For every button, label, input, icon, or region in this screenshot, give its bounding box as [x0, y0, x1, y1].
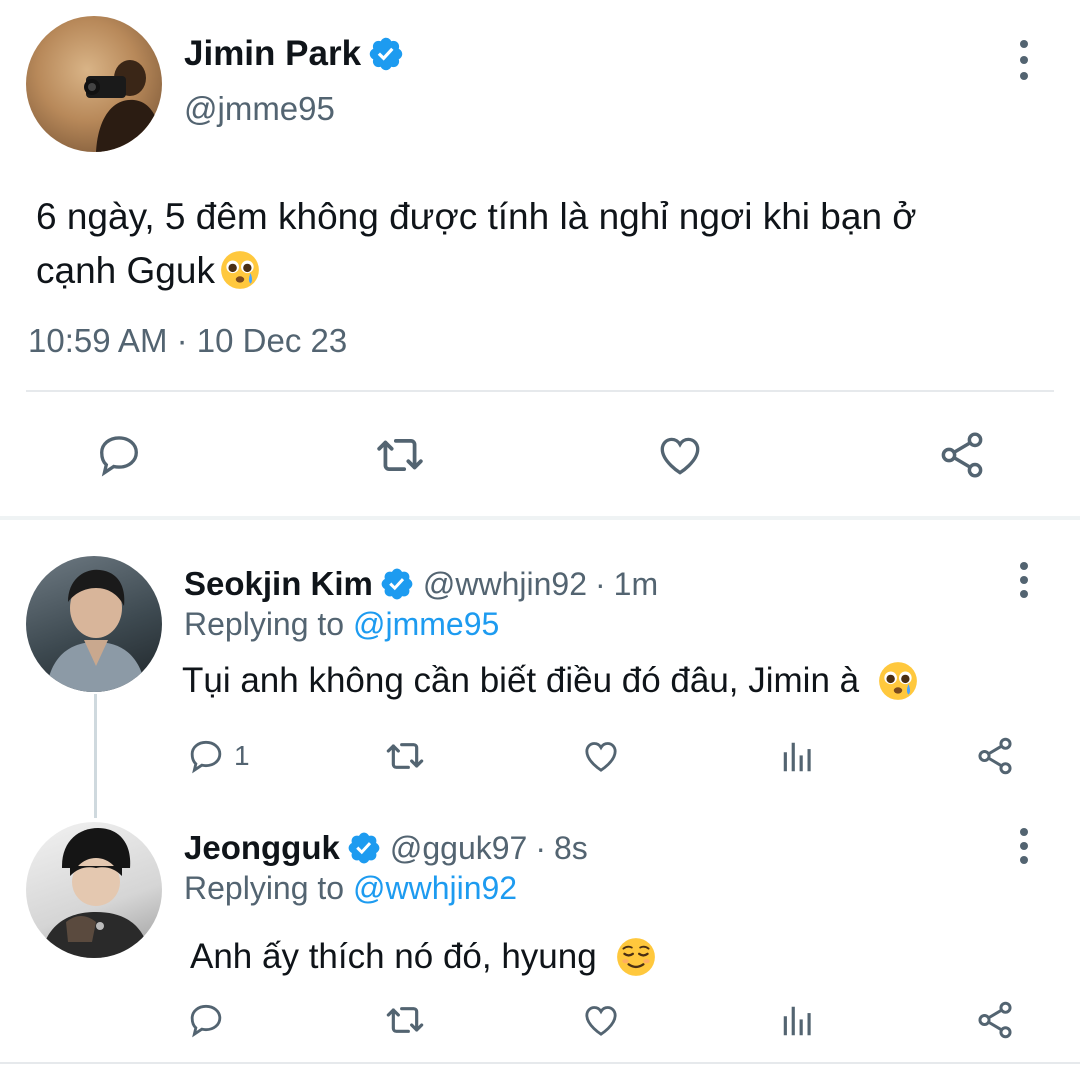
- like-icon[interactable]: [654, 430, 706, 480]
- reply-icon: [190, 740, 222, 774]
- avatar-photo: [84, 60, 162, 152]
- reply-icon[interactable]: [186, 1000, 226, 1040]
- avatar-photo: [40, 828, 150, 958]
- replying-to: Replying to @jmme95: [184, 606, 500, 642]
- retweet-icon[interactable]: [372, 430, 428, 480]
- replying-to: Replying to @wwhjin92: [184, 870, 518, 906]
- author-name[interactable]: Seokjin Kim: [184, 565, 373, 603]
- more-options-icon[interactable]: [1014, 562, 1034, 598]
- author-handle[interactable]: @jmme95: [184, 90, 335, 128]
- reply-button[interactable]: 1: [186, 736, 250, 776]
- tweet-text-line-2: cạnh Gguk: [36, 244, 917, 298]
- reply-text: Anh ấy thích nó đó, hyung: [190, 936, 657, 978]
- verified-badge-icon: [369, 37, 403, 71]
- retweet-icon[interactable]: [382, 1000, 428, 1040]
- divider: [0, 1062, 1080, 1064]
- avatar[interactable]: [26, 16, 162, 152]
- crying-pleading-face-icon: [221, 251, 259, 290]
- tweet-text-line-1: 6 ngày, 5 đêm không được tính là nghỉ ng…: [36, 196, 917, 237]
- reply-count: 1: [234, 740, 250, 771]
- replying-to-link[interactable]: @jmme95: [353, 606, 499, 642]
- divider: [26, 390, 1054, 392]
- like-icon[interactable]: [580, 1000, 622, 1040]
- share-icon[interactable]: [974, 998, 1016, 1042]
- verified-badge-icon: [348, 832, 380, 864]
- section-divider: [0, 516, 1080, 520]
- thread-connector: [94, 694, 97, 818]
- author-name[interactable]: Jimin Park: [184, 34, 361, 74]
- analytics-icon[interactable]: [778, 1002, 818, 1040]
- share-icon[interactable]: [974, 734, 1016, 778]
- reply-icon[interactable]: [94, 430, 144, 480]
- replying-to-link[interactable]: @wwhjin92: [353, 870, 517, 906]
- tweet-timestamp: 10:59 AM · 10 Dec 23: [28, 322, 348, 359]
- like-icon[interactable]: [580, 736, 622, 776]
- analytics-icon[interactable]: [778, 738, 818, 776]
- more-options-icon[interactable]: [1014, 828, 1034, 864]
- share-icon[interactable]: [936, 428, 988, 482]
- more-options-icon[interactable]: [1014, 40, 1034, 80]
- avatar[interactable]: [26, 822, 162, 958]
- crying-pleading-face-icon: [879, 662, 918, 700]
- tweet-date: 10 Dec 23: [196, 322, 348, 359]
- tweet-text: 6 ngày, 5 đêm không được tính là nghỉ ng…: [36, 190, 917, 298]
- retweet-icon[interactable]: [382, 736, 428, 776]
- avatar[interactable]: [26, 556, 162, 692]
- avatar-photo: [46, 569, 146, 692]
- reply-time: 1m: [613, 565, 659, 602]
- author-handle[interactable]: @wwhjin92: [423, 566, 587, 603]
- verified-badge-icon: [381, 568, 413, 600]
- reply-text: Tụi anh không cần biết điều đó đâu, Jimi…: [182, 660, 919, 702]
- relieved-face-icon: [616, 938, 655, 976]
- tweet-time: 10:59 AM: [28, 322, 168, 359]
- author-handle[interactable]: @gguk97: [390, 830, 527, 867]
- reply-time: 8s: [553, 829, 588, 866]
- author-name[interactable]: Jeongguk: [184, 829, 340, 867]
